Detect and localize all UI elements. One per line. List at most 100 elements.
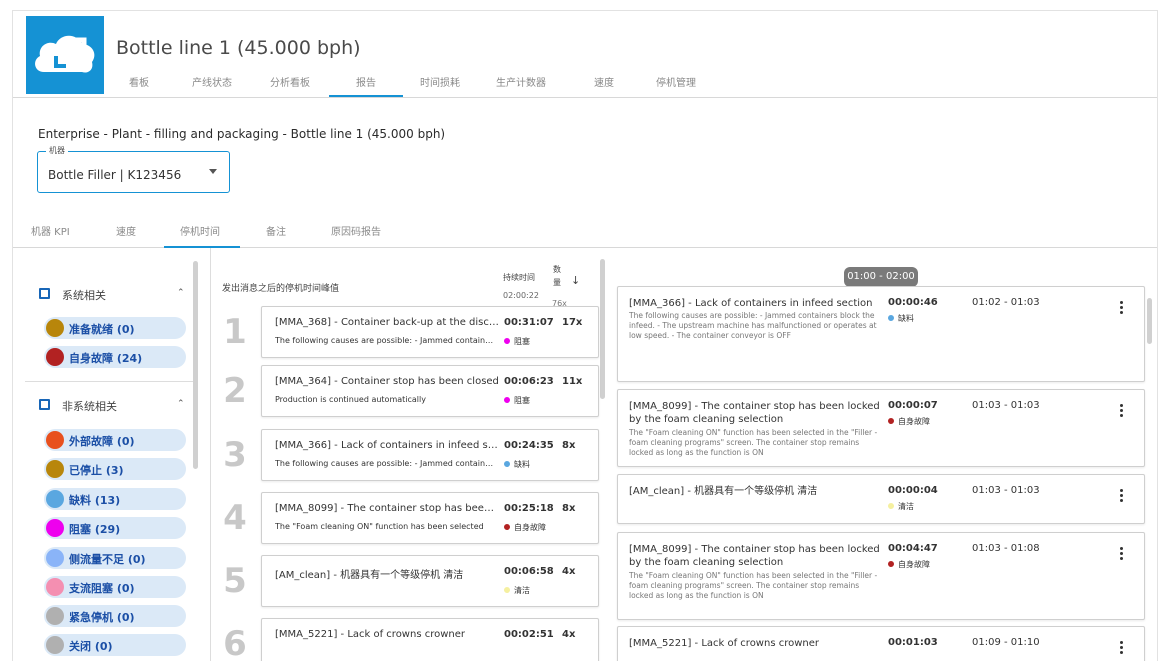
category-dot: [46, 519, 64, 537]
detail-card[interactable]: [MMA_5221] - Lack of crowns crowner 00:01…: [617, 626, 1145, 661]
nav-speed[interactable]: 速度: [594, 74, 614, 89]
message-duration: 00:06:23: [504, 376, 554, 387]
category-pill-ready[interactable]: 准备就绪 (0): [44, 317, 186, 339]
category-pill-lack[interactable]: 缺料 (13): [44, 488, 186, 510]
ranking-card[interactable]: [MMA_5221] - Lack of crowns crowner 00:02…: [261, 618, 599, 661]
machine-select[interactable]: 机器 Bottle Filler | K123456: [37, 145, 230, 193]
detail-card[interactable]: [MMA_8099] - The container stop has been…: [617, 389, 1145, 467]
category-pill-off[interactable]: 关闭 (0): [44, 634, 186, 656]
category-dot: [46, 607, 64, 625]
more-vert-icon[interactable]: [1120, 301, 1124, 315]
category-label: 外部故障 (0): [69, 435, 135, 448]
message-description: The "Foam cleaning ON" function has been…: [629, 571, 878, 600]
category-pill-own-fault[interactable]: 自身故障 (24): [44, 346, 186, 368]
sidebar-scrollbar[interactable]: [193, 261, 198, 469]
checkbox-icon[interactable]: [39, 399, 50, 410]
tab-notes[interactable]: 备注: [266, 223, 286, 238]
detail-card[interactable]: [AM_clean] - 机器具有一个等级停机 清洁 00:00:04 清洁 01:0…: [617, 474, 1145, 524]
category-pill-stopped[interactable]: 已停止 (3): [44, 458, 186, 480]
detail-card[interactable]: [MMA_366] - Lack of containers in infeed…: [617, 286, 1145, 382]
category-label: 自身故障: [514, 523, 546, 532]
message-duration: 00:04:47: [888, 543, 938, 554]
category-pill-branch-blocked[interactable]: 支流阻塞 (0): [44, 576, 186, 598]
tab-speed[interactable]: 速度: [116, 223, 136, 238]
nav-production-counter[interactable]: 生产计数器: [496, 74, 546, 89]
category-label: 阻塞 (29): [69, 523, 121, 536]
app-title: Bottle line 1 (45.000 bph): [116, 37, 361, 59]
ranking-card[interactable]: [MMA_368] - Container back-up at the dis…: [261, 306, 599, 358]
more-vert-icon[interactable]: [1120, 547, 1124, 561]
message-description: The "Foam cleaning ON" function has been…: [275, 522, 484, 531]
nav-active-underline: [329, 95, 403, 97]
app-frame: Bottle line 1 (45.000 bph) 看板 产线状态 分析看板 …: [12, 10, 1158, 661]
time-range: 01:03 - 01:03: [972, 485, 1040, 496]
more-vert-icon[interactable]: [1120, 641, 1124, 655]
message-title: [MMA_8099] - The container stop has been…: [275, 503, 499, 514]
chevron-up-icon[interactable]: ⌃: [177, 399, 185, 409]
message-count: 4x: [562, 629, 576, 640]
nav-time-loss[interactable]: 时间损耗: [420, 74, 460, 89]
ranking-scrollbar[interactable]: [600, 259, 605, 399]
nav-line-status[interactable]: 产线状态: [192, 74, 232, 89]
more-vert-icon[interactable]: [1120, 489, 1124, 503]
checkbox-icon[interactable]: [39, 288, 50, 299]
message-duration: 00:00:46: [888, 297, 938, 308]
category-label: 阻塞: [514, 337, 530, 346]
category-pill-external-fault[interactable]: 外部故障 (0): [44, 429, 186, 451]
chevron-up-icon[interactable]: ⌃: [177, 288, 185, 298]
group-system-related[interactable]: 系统相关 ⌃: [25, 285, 195, 305]
category-dot: [504, 587, 510, 593]
nav-analysis[interactable]: 分析看板: [270, 74, 310, 89]
category-label: 已停止 (3): [69, 464, 124, 477]
divider: [25, 381, 195, 382]
machine-select-value: Bottle Filler | K123456: [48, 168, 182, 182]
time-range: 01:03 - 01:08: [972, 543, 1040, 554]
category-dot: [46, 636, 64, 654]
nav-reports[interactable]: 报告: [356, 74, 376, 89]
message-duration: 00:02:51: [504, 629, 554, 640]
message-title: [MMA_366] - Lack of containers in infeed…: [629, 298, 873, 309]
category-label: 准备就绪 (0): [69, 323, 135, 336]
category-label: 缺料: [514, 460, 530, 469]
category-dot: [504, 524, 510, 530]
message-title: [AM_clean] - 机器具有一个等级停机 清洁: [275, 570, 464, 581]
category-dot: [888, 503, 894, 509]
ranking-card[interactable]: [AM_clean] - 机器具有一个等级停机 清洁 00:06:58 4x 清洁: [261, 555, 599, 607]
ranking-card[interactable]: [MMA_8099] - The container stop has been…: [261, 492, 599, 544]
message-category: 清洁: [504, 585, 530, 596]
duration-column-header[interactable]: 持续时间: [503, 272, 535, 283]
group-non-system-related[interactable]: 非系统相关 ⌃: [25, 396, 195, 416]
tab-reason-code-report[interactable]: 原因码报告: [331, 223, 381, 238]
category-dot: [888, 315, 894, 321]
category-label: 清洁: [514, 586, 530, 595]
category-pill-side-flow[interactable]: 侧流量不足 (0): [44, 547, 186, 569]
category-dot: [46, 460, 64, 478]
detail-card[interactable]: [MMA_8099] - The container stop has been…: [617, 532, 1145, 620]
category-label: 自身故障: [898, 417, 930, 426]
more-vert-icon[interactable]: [1120, 404, 1124, 418]
sort-down-icon[interactable]: ↓: [571, 274, 580, 287]
nav-kanban[interactable]: 看板: [129, 74, 149, 89]
tab-machine-kpi[interactable]: 机器 KPI: [31, 223, 70, 238]
count-column-header[interactable]: 数量 ↓: [553, 263, 583, 289]
detail-scrollbar[interactable]: [1147, 298, 1152, 344]
category-pill-emergency-stop[interactable]: 紧急停机 (0): [44, 605, 186, 627]
message-count: 11x: [562, 376, 583, 387]
message-duration: 00:00:07: [888, 400, 938, 411]
ranking-title: 发出消息之后的停机时间峰值: [222, 284, 340, 294]
category-dot: [46, 549, 64, 567]
ranking-card[interactable]: [MMA_364] - Container stop has been clos…: [261, 365, 599, 417]
category-label: 支流阻塞 (0): [69, 582, 135, 595]
category-pill-blocked[interactable]: 阻塞 (29): [44, 517, 186, 539]
message-category: 自身故障: [888, 416, 930, 427]
nav-downtime-mgmt[interactable]: 停机管理: [656, 74, 696, 89]
message-title: [MMA_368] - Container back-up at the dis…: [275, 317, 499, 328]
duration-total: 02:00:22: [503, 291, 539, 300]
message-title: [MMA_5221] - Lack of crowns crowner: [629, 638, 819, 649]
ranking-card[interactable]: [MMA_366] - Lack of containers in infeed…: [261, 429, 599, 481]
tab-downtime[interactable]: 停机时间: [180, 223, 220, 238]
message-title: [MMA_8099] - The container stop has been…: [629, 544, 880, 568]
time-range: 01:02 - 01:03: [972, 297, 1040, 308]
rank-number: 4: [223, 498, 247, 538]
category-dot: [888, 561, 894, 567]
